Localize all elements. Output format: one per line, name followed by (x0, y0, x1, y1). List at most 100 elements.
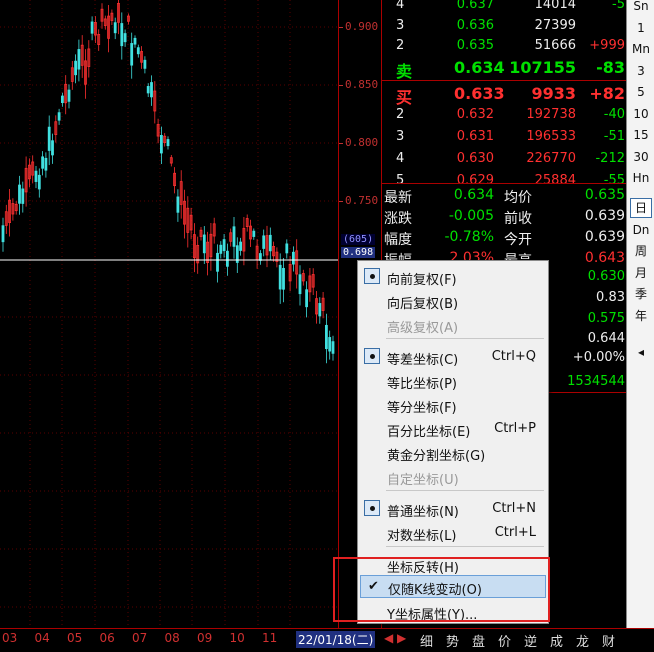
bottom-tab[interactable]: 逆 (524, 631, 537, 650)
radio-bullet-icon (364, 348, 380, 364)
period-button[interactable]: 3 (627, 61, 654, 82)
menu-item[interactable]: 百分比坐标(E) Ctrl+P (358, 417, 548, 440)
order-book-row[interactable]: 2 0.632 192738 -40 (382, 104, 627, 126)
scroll-left-icon[interactable]: ◀ (384, 631, 393, 645)
order-level: 4 (396, 0, 405, 12)
period-button[interactable]: Mn (627, 39, 654, 60)
order-book-row[interactable]: 3 0.631 196533 -51 (382, 126, 627, 148)
divider (382, 183, 627, 184)
candle-body (219, 244, 223, 254)
divider (382, 80, 627, 81)
order-book-row[interactable]: 买 0.633 9933 +82 (382, 82, 627, 107)
order-change: -83 (596, 57, 625, 77)
date-tick: 10 (229, 631, 245, 645)
menu-item[interactable]: 普通坐标(N) Ctrl+N (358, 497, 548, 520)
order-price: 0.637 (456, 0, 494, 12)
bottom-tab[interactable]: 成 (550, 631, 563, 650)
stat-value: 0.639 (584, 208, 625, 224)
candlestick-chart[interactable] (0, 0, 338, 628)
candle-body (150, 82, 153, 98)
order-level: 3 (396, 17, 405, 33)
bottom-tab[interactable]: 价 (498, 631, 511, 650)
bottom-tab[interactable]: 势 (446, 631, 459, 650)
order-change: -51 (603, 129, 625, 144)
collapse-arrow-icon[interactable]: ◂ (627, 342, 654, 363)
menu-item: 高级复权(A) (358, 313, 548, 336)
menu-item-shortcut: Ctrl+L (494, 525, 536, 540)
order-level: 卖 (396, 61, 413, 81)
period-button[interactable]: 月 (627, 263, 654, 284)
crosshair-count-tag: (605) (341, 234, 376, 245)
candle-body (34, 170, 38, 182)
order-book-row[interactable]: 2 0.635 51666 +999 (382, 35, 627, 57)
menu-item-shortcut: Ctrl+Q (491, 349, 536, 364)
scroll-right-icon[interactable]: ▶ (397, 631, 406, 645)
candle-body (74, 60, 77, 76)
candle-body (291, 251, 295, 265)
bottom-tab[interactable]: 财 (602, 631, 615, 650)
candle-body (1, 225, 5, 243)
menu-item[interactable]: 等差坐标(C) Ctrl+Q (358, 345, 548, 368)
highlight-box (333, 557, 550, 622)
order-book-row[interactable]: 卖 0.634 107155 -83 (382, 56, 627, 81)
order-change: +999 (589, 38, 625, 53)
candle-body (278, 264, 282, 290)
axis-label: 0.750 (345, 194, 379, 207)
candle-body (324, 324, 328, 350)
menu-item[interactable]: 向前复权(F) (358, 265, 548, 288)
period-button[interactable]: 10 (627, 104, 654, 125)
candle-body (133, 37, 137, 45)
bottom-tab[interactable]: 盘 (472, 631, 485, 650)
menu-item[interactable]: 等分坐标(F) (358, 393, 548, 416)
menu-item[interactable]: 黄金分割坐标(G) (358, 441, 548, 464)
radio-bullet-icon (364, 268, 380, 284)
menu-item-label: 向后复权(B) (387, 297, 459, 312)
bottom-tab[interactable]: 龙 (576, 631, 589, 650)
period-button[interactable]: 1 (627, 18, 654, 39)
menu-item[interactable]: 对数坐标(L) Ctrl+L (358, 521, 548, 544)
menu-item[interactable]: 向后复权(B) (358, 289, 548, 312)
order-change: +82 (589, 84, 625, 103)
candle-body (268, 234, 272, 252)
order-price: 0.634 (454, 57, 505, 77)
menu-separator (386, 490, 544, 491)
date-tick: 03 (2, 631, 18, 645)
period-button[interactable]: Hn (627, 168, 654, 189)
order-book-row[interactable]: 4 0.630 226770 -212 (382, 148, 627, 170)
date-bar: 03 04 05 06 07 08 09 10 11 22/01/18(二) ◀ ▶ 细势盘价逆… (0, 628, 654, 652)
quote-stat-row: 最新 0.634 均价 0.635 (382, 185, 627, 206)
period-button[interactable]: Dn (627, 220, 654, 241)
order-price: 0.631 (456, 129, 494, 144)
period-button[interactable]: 周 (627, 241, 654, 262)
axis-tick (339, 85, 343, 86)
stat-label: 幅度 (384, 232, 412, 248)
stat-value: +0.00% (572, 350, 625, 365)
menu-item[interactable]: 等比坐标(P) (358, 369, 548, 392)
candle-body (282, 267, 285, 290)
period-button[interactable]: 年 (627, 306, 654, 327)
candle-body (143, 59, 147, 69)
period-button[interactable]: 季 (627, 284, 654, 305)
axis-label: 0.800 (345, 136, 379, 149)
period-button[interactable]: 日 (630, 198, 652, 218)
period-button[interactable]: 30 (627, 147, 654, 168)
order-volume: 192738 (526, 107, 576, 122)
period-button[interactable]: 5 (627, 82, 654, 103)
period-toolbar: Sn 1 Mn 3 5 10 15 30 Hn 日 Dn 周月季年 ◂ (626, 0, 654, 628)
stat-value: 1534544 (567, 374, 625, 389)
menu-item-label: 等差坐标(C) (387, 353, 459, 368)
period-button[interactable]: 15 (627, 125, 654, 146)
order-change: -212 (595, 151, 625, 166)
menu-item-label: 自定坐标(U) (387, 473, 459, 488)
order-book-row[interactable]: 3 0.636 27399 (382, 15, 627, 37)
period-button[interactable]: Sn (627, 0, 654, 17)
bottom-tab[interactable]: 细 (420, 631, 433, 650)
stat-value: 0.575 (587, 311, 625, 326)
candle-body (136, 47, 140, 55)
stat-label: 涨跌 (384, 211, 412, 227)
menu-item-shortcut: Ctrl+N (492, 501, 536, 516)
candle-body (262, 235, 266, 249)
date-tick: 08 (164, 631, 180, 645)
order-price: 0.633 (454, 84, 505, 103)
menu-item-label: 对数坐标(L) (387, 529, 457, 544)
